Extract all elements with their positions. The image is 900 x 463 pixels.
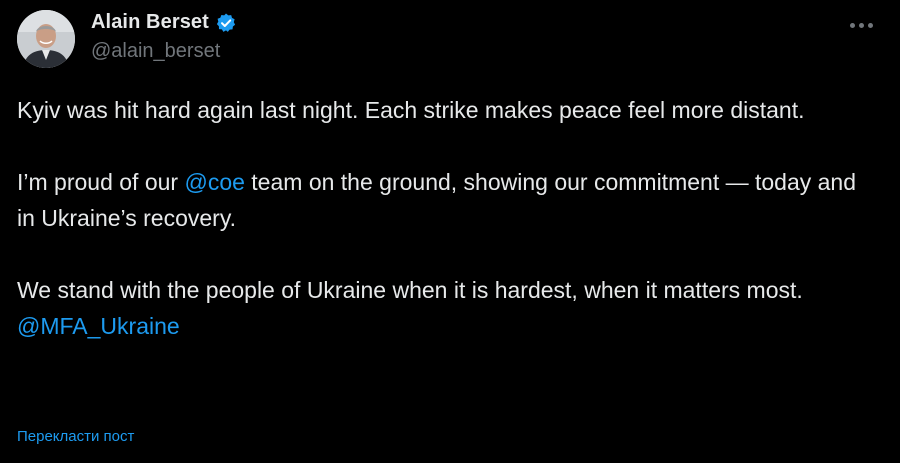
mention-mfa-ukraine-link[interactable]: @MFA_Ukraine: [17, 313, 180, 339]
tweet-text: Kyiv was hit hard again last night. Each…: [17, 92, 877, 344]
more-horizontal-icon: [849, 22, 855, 28]
tweet-text-segment: I’m proud of our: [17, 169, 185, 195]
avatar-image: [17, 10, 75, 68]
tweet-card: Alain Berset @alain_berset Kyiv was hit …: [0, 0, 900, 463]
more-options-button[interactable]: [846, 10, 876, 40]
author-display-name[interactable]: Alain Berset: [91, 11, 209, 34]
more-horizontal-icon-dot: [858, 22, 864, 28]
tweet-paragraph-3: We stand with the people of Ukraine when…: [17, 272, 877, 344]
tweet-paragraph-1: Kyiv was hit hard again last night. Each…: [17, 97, 805, 123]
tweet-paragraph-2: I’m proud of our @coe team on the ground…: [17, 164, 877, 236]
more-horizontal-icon-dot: [867, 22, 873, 28]
avatar[interactable]: [17, 10, 75, 68]
mention-coe-link[interactable]: @coe: [184, 169, 244, 195]
translate-post-link[interactable]: Перекласти пост: [17, 428, 134, 445]
author-handle[interactable]: @alain_berset: [91, 40, 220, 63]
verified-badge-icon: [215, 12, 237, 34]
tweet-text-segment: We stand with the people of Ukraine when…: [17, 277, 803, 303]
author-name-row[interactable]: Alain Berset: [91, 11, 237, 34]
